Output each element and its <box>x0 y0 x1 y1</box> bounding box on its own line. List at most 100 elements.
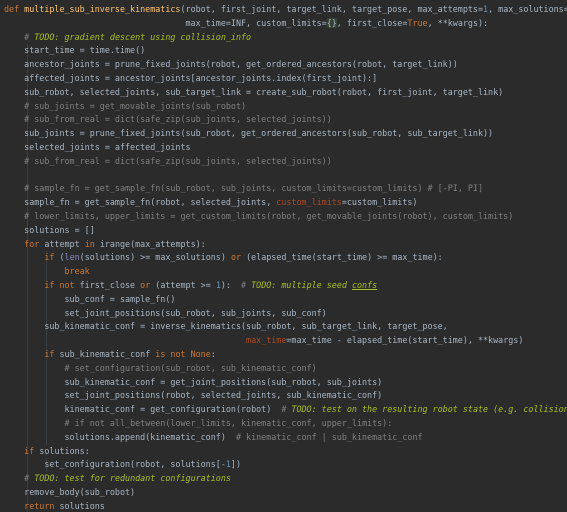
code-token: solutions <box>59 500 105 511</box>
code-line[interactable]: sub_conf = sample_fn() <box>4 293 567 307</box>
code-token: first_close <box>79 280 141 290</box>
code-line[interactable]: for attempt in irange(max_attempts): <box>4 238 567 252</box>
code-token: solutions.append(kinematic_conf) <box>4 431 236 442</box>
code-token: # sub_from_real = dict(safe_zip(sub_join… <box>24 114 332 125</box>
code-line[interactable]: # if not all_between(lower_limits, kinem… <box>4 417 567 431</box>
code-line[interactable]: kinematic_conf = get_configuration(robot… <box>4 403 567 417</box>
code-token: # kinematic_conf | sub_kinematic_conf <box>235 431 423 442</box>
code-line[interactable]: max_time=INF, custom_limits={}, first_cl… <box>4 17 567 31</box>
code-line[interactable]: def multiple_sub_inverse_kinematics(robo… <box>4 3 567 17</box>
code-token: break <box>64 266 90 277</box>
code-line[interactable]: # sub_from_real = dict(safe_zip(sub_join… <box>4 155 567 169</box>
code-line[interactable]: break <box>4 265 567 279</box>
code-token: # sample_fn = get_sample_fn(sub_robot, s… <box>24 183 484 194</box>
code-line[interactable]: # set_configuration(sub_robot, sub_kinem… <box>4 362 567 376</box>
code-editor[interactable]: def multiple_sub_inverse_kinematics(robo… <box>0 0 567 512</box>
code-line[interactable]: set_joint_positions(robot, selected_join… <box>4 389 567 403</box>
code-line[interactable]: # TODO: test for redundant configuration… <box>4 472 567 486</box>
code-token: multiple_sub_inverse_kinematics <box>24 4 181 14</box>
code-token: remove_body(sub_robot) <box>4 487 136 497</box>
code-token: True <box>407 17 428 28</box>
code-token: kinematic_conf = get_configuration(robot… <box>4 404 282 415</box>
code-token: confs <box>351 280 378 290</box>
code-token: set_joint_positions(robot, selected_join… <box>4 390 383 401</box>
code-line[interactable] <box>4 169 567 183</box>
code-line[interactable]: if sub_kinematic_conf is not None: <box>4 348 567 362</box>
code-token: is not None <box>155 349 211 359</box>
code-token: in <box>84 238 100 249</box>
code-token: (attempt >= <box>155 280 216 290</box>
code-token: TODO: gradient descent using collision_i… <box>34 31 252 42</box>
code-token: max_time <box>246 335 287 346</box>
code-line[interactable]: set_configuration(robot, solutions[-1]) <box>4 458 567 472</box>
code-token: sub_conf = sample_fn() <box>4 293 176 304</box>
code-token: set_joint_positions(sub_robot, sub_joint… <box>4 307 327 318</box>
code-token: sample_fn = get_sample_fn(robot, selecte… <box>4 197 277 208</box>
code-line[interactable]: selected_joints = affected_joints <box>4 141 567 155</box>
code-token: if <box>44 252 60 263</box>
code-line[interactable]: start_time = time.time() <box>4 44 567 58</box>
code-token: sub_robot, selected_joints, sub_target_l… <box>4 86 504 97</box>
code-token: (elapsed_time(start_time) >= max_time): <box>246 252 443 263</box>
code-line[interactable]: remove_body(sub_robot) <box>4 486 567 500</box>
code-line[interactable]: set_joint_positions(sub_robot, sub_joint… <box>4 307 567 321</box>
code-token: def <box>4 4 25 14</box>
code-line[interactable]: return solutions <box>4 500 567 512</box>
code-token: irange(max_attempts): <box>99 238 206 249</box>
code-token: for <box>24 238 45 249</box>
code-token: =custom_limits) <box>341 197 418 208</box>
code-line[interactable]: sub_joints = prune_fixed_joints(sub_robo… <box>4 127 567 141</box>
code-token: custom_limits <box>276 197 342 208</box>
code-line[interactable]: if solutions: <box>4 445 567 459</box>
code-token: # <box>24 473 35 484</box>
code-line[interactable]: max_time=max_time - elapsed_time(start_t… <box>4 334 567 348</box>
code-token: TODO: test on the resulting robot state … <box>291 404 567 415</box>
code-line[interactable]: if (len(solutions) >= max_solutions) or … <box>4 251 567 265</box>
code-token: TODO: multiple seed <box>251 280 352 290</box>
code-line[interactable]: # sub_joints = get_movable_joints(sub_ro… <box>4 100 567 114</box>
code-token: sub_kinematic_conf <box>59 349 156 359</box>
code-token: max_time=INF, custom_limits= <box>4 17 327 28</box>
code-token: # if not all_between(lower_limits, kinem… <box>64 418 393 428</box>
code-token: selected_joints = affected_joints <box>4 142 191 152</box>
code-line[interactable]: solutions = [] <box>4 224 567 238</box>
code-token: if <box>44 349 60 359</box>
code-line[interactable]: sub_kinematic_conf = inverse_kinematics(… <box>4 320 567 334</box>
code-line[interactable]: sample_fn = get_sample_fn(robot, selecte… <box>4 196 567 210</box>
code-token: ancestor_joints = prune_fixed_joints(rob… <box>4 59 458 70</box>
code-line[interactable]: # TODO: gradient descent using collision… <box>4 31 567 45</box>
code-token: {} <box>326 17 337 28</box>
code-token: sub_kinematic_conf = inverse_kinematics(… <box>4 321 448 332</box>
code-line[interactable]: # sub_from_real = dict(safe_zip(sub_join… <box>4 113 567 127</box>
code-line[interactable]: ancestor_joints = prune_fixed_joints(rob… <box>4 58 567 72</box>
code-token: # lower_limits, upper_limits = get_custo… <box>24 211 514 221</box>
code-line[interactable]: sub_robot, selected_joints, sub_target_l… <box>4 86 567 100</box>
code-line[interactable]: # lower_limits, upper_limits = get_custo… <box>4 210 567 224</box>
code-line[interactable]: solutions.append(kinematic_conf) # kinem… <box>4 431 567 445</box>
code-line[interactable]: affected_joints = ancestor_joints[ancest… <box>4 72 567 86</box>
code-line[interactable]: sub_kinematic_conf = get_joint_positions… <box>4 376 567 390</box>
code-token: if not <box>44 280 80 290</box>
code-token: # set_configuration(sub_robot, sub_kinem… <box>64 362 317 373</box>
code-token: ]) <box>230 459 241 470</box>
code-token: or <box>140 280 156 290</box>
code-token: , max_solutions=INF, <box>488 4 567 14</box>
code-token: affected_joints = ancestor_joints[ancest… <box>4 73 378 83</box>
code-token: ): <box>220 280 242 290</box>
code-line[interactable]: # sample_fn = get_sample_fn(sub_robot, s… <box>4 182 567 196</box>
code-line[interactable]: if not first_close or (attempt >= 1): # … <box>4 279 567 293</box>
